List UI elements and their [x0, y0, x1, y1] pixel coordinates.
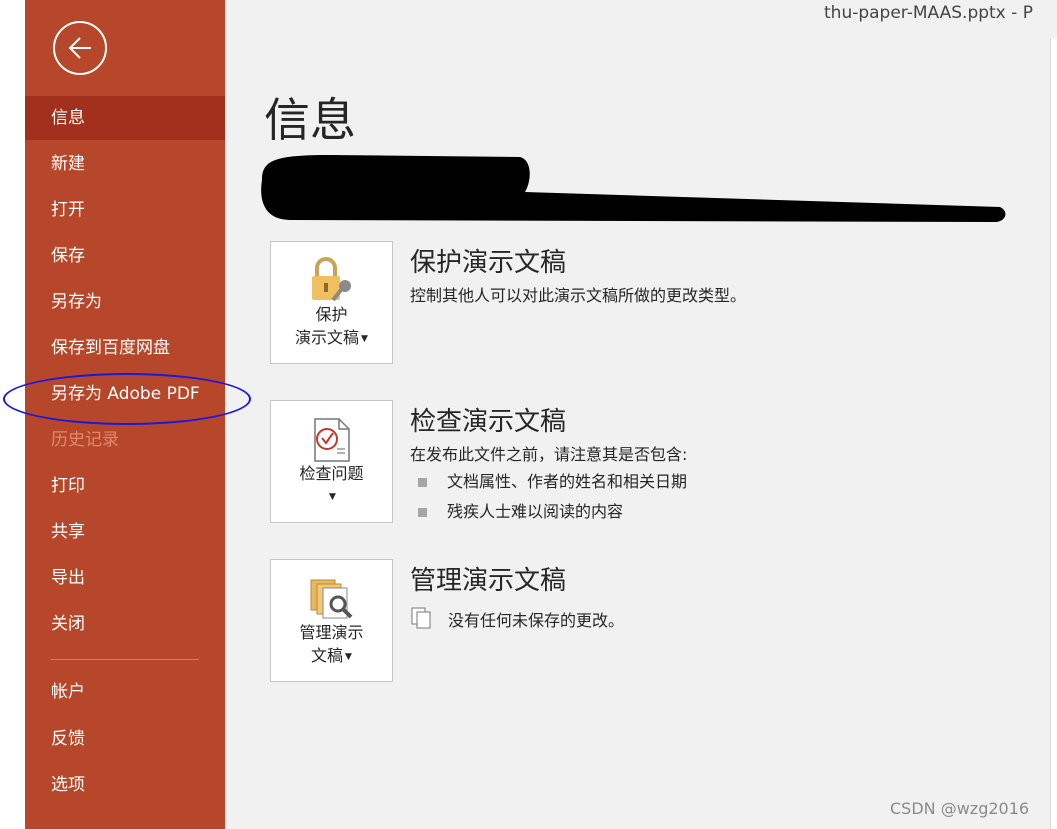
bullet-square-icon: [418, 508, 427, 517]
nav-item-options[interactable]: 选项: [25, 763, 225, 807]
documents-stack-icon: [411, 607, 431, 629]
nav-divider: [51, 659, 199, 660]
document-check-icon: [314, 418, 350, 462]
lock-key-icon: [312, 257, 351, 302]
watermark: CSDN @wzg2016: [890, 799, 1030, 818]
manage-heading: 管理演示文稿: [410, 566, 567, 596]
nav-item-share[interactable]: 共享: [25, 510, 225, 554]
nav-item-save[interactable]: 保存: [25, 234, 225, 278]
inspect-bullet-item: 文档属性、作者的姓名和相关日期: [418, 468, 687, 492]
inspect-heading: 检查演示文稿: [410, 407, 567, 437]
dropdown-caret-icon: ▼: [345, 651, 352, 662]
nav-item-account[interactable]: 帐户: [25, 670, 225, 714]
protect-description: 控制其他人可以对此演示文稿所做的更改类型。: [410, 286, 747, 305]
inspect-bullet-item: 残疾人士难以阅读的内容: [418, 498, 623, 522]
check-issues-button[interactable]: 检查问题 ▼: [270, 400, 393, 523]
dropdown-caret-icon: ▼: [361, 333, 368, 344]
redaction-mark: [261, 155, 1006, 222]
check-issues-caret: ▼: [271, 485, 392, 508]
manage-description: 没有任何未保存的更改。: [448, 611, 625, 630]
nav-item-save-as[interactable]: 另存为: [25, 280, 225, 324]
protect-tile-label-line2: 演示文稿 ▼: [271, 327, 392, 350]
check-issues-tile-label: 检查问题: [299, 464, 364, 483]
manage-tile-label-line1: 管理演示: [299, 623, 364, 642]
nav-item-close[interactable]: 关闭: [25, 602, 225, 646]
manage-tile-label-text: 文稿: [311, 646, 344, 665]
nav-item-print[interactable]: 打印: [25, 464, 225, 508]
protect-tile-label-line1: 保护: [315, 305, 348, 324]
manage-presentation-button[interactable]: 管理演示 文稿 ▼: [270, 559, 393, 682]
nav-item-save-as-adobe-pdf[interactable]: 另存为 Adobe PDF: [25, 372, 225, 416]
manage-tile-label-line2: 文稿 ▼: [271, 645, 392, 668]
dropdown-caret-icon: ▼: [329, 491, 336, 502]
nav-item-save-to-baidu[interactable]: 保存到百度网盘: [25, 326, 225, 370]
nav-item-history: 历史记录: [51, 430, 119, 450]
inspect-bullet-text: 残疾人士难以阅读的内容: [447, 502, 624, 521]
nav-item-export[interactable]: 导出: [25, 556, 225, 600]
inspect-description: 在发布此文件之前，请注意其是否包含:: [410, 445, 688, 464]
manage-documents-icon: [310, 579, 353, 619]
protect-heading: 保护演示文稿: [410, 248, 567, 278]
protect-tile-label-text: 演示文稿: [295, 328, 360, 347]
inspect-bullet-text: 文档属性、作者的姓名和相关日期: [447, 472, 688, 491]
protect-presentation-button[interactable]: 保护 演示文稿 ▼: [270, 241, 393, 364]
nav-item-feedback[interactable]: 反馈: [25, 717, 225, 761]
bullet-square-icon: [418, 478, 427, 487]
